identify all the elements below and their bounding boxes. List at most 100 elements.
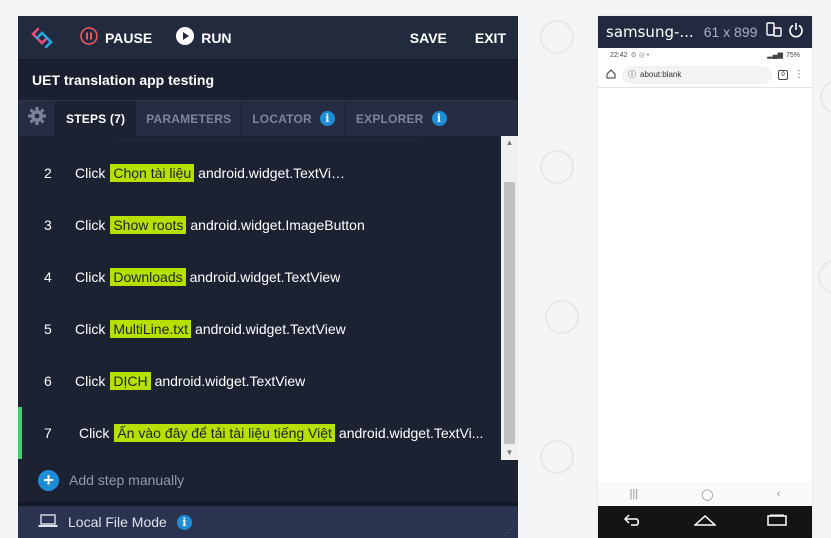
scroll-thumb[interactable] (504, 182, 515, 444)
step-number: 7 (44, 425, 52, 441)
bg-android-shape (540, 440, 574, 474)
step-widget: android.widget.ImageButton (190, 217, 365, 233)
home-nav-icon[interactable] (693, 513, 717, 531)
bg-android-shape (545, 300, 579, 334)
tab-explorer[interactable]: EXPLORER i (346, 101, 457, 136)
overview-icon[interactable] (766, 513, 787, 531)
step-row[interactable]: 6 Click DỊCH android.widget.TextView (18, 355, 500, 407)
recorder-panel: PAUSE RUN SAVE EXIT UET translation app … (18, 16, 518, 538)
step-widget: android.widget.TextVi... (338, 425, 484, 441)
bg-android-shape (540, 150, 574, 184)
tab-count-icon[interactable]: 0 (778, 69, 788, 80)
signal-icon: ▂▄▆ (767, 52, 783, 59)
app-logo-icon (30, 26, 54, 50)
play-icon (176, 27, 195, 48)
tab-steps-label: STEPS (7) (66, 111, 126, 126)
browser-page[interactable] (598, 88, 812, 468)
step-number: 6 (44, 373, 52, 389)
pause-button[interactable]: PAUSE (80, 27, 152, 48)
info-icon[interactable]: i (176, 514, 192, 530)
step-row[interactable]: 3 Click Show roots android.widget.ImageB… (18, 199, 500, 251)
step-action: Click (75, 165, 106, 181)
home-button-icon[interactable]: ◯ (701, 488, 713, 501)
footer-bar: Local File Mode i ⋰ (18, 502, 518, 538)
step-number: 5 (44, 321, 52, 337)
local-file-mode-label: Local File Mode (68, 514, 167, 530)
browser-address-bar: ⓘ about:blank 0 ⋮ (598, 62, 812, 88)
plus-icon: + (38, 469, 59, 491)
tab-locator[interactable]: LOCATOR i (242, 101, 346, 136)
save-button[interactable]: SAVE (410, 30, 447, 46)
tab-parameters-label: PARAMETERS (146, 111, 232, 126)
step-row[interactable]: 4 Click Downloads android.widget.TextVie… (18, 251, 500, 303)
step-action: Click (75, 269, 106, 285)
project-title: UET translation app testing (18, 60, 518, 100)
info-circle-icon: ⓘ (628, 70, 636, 79)
step-row[interactable]: 5 Click MultiLine.txt android.widget.Tex… (18, 303, 500, 355)
step-widget: android.widget.TextView (189, 269, 341, 285)
step-target-highlight: Show roots (110, 216, 187, 234)
step-number: 2 (44, 165, 52, 181)
laptop-icon (38, 513, 58, 531)
device-resolution: 61 x 899 (703, 24, 758, 40)
tab-locator-label: LOCATOR (252, 111, 312, 126)
step-number: 3 (44, 217, 52, 233)
steps-list: 2 Click Chọn tài liệu android.widget.Tex… (18, 136, 518, 460)
tab-parameters[interactable]: PARAMETERS (136, 101, 243, 136)
step-row[interactable]: 2 Click Chọn tài liệu android.widget.Tex… (18, 147, 500, 199)
bg-android-shape (818, 260, 831, 294)
bg-android-shape (540, 20, 574, 54)
add-step-label: Add step manually (69, 472, 185, 488)
menu-dots-icon[interactable]: ⋮ (794, 69, 804, 80)
step-target-highlight: Chọn tài liệu (110, 164, 195, 182)
run-button[interactable]: RUN (176, 27, 232, 48)
back-arrow-icon[interactable] (623, 513, 643, 531)
device-nav-bar (598, 506, 812, 538)
device-name: samsung-... (606, 23, 694, 41)
step-target-highlight: DỊCH (110, 372, 151, 390)
add-step-button[interactable]: + Add step manually (18, 460, 518, 500)
step-action: Click (75, 217, 106, 233)
info-icon[interactable]: i (319, 111, 335, 126)
browser-nav-bar: ||| ◯ ‹ (598, 482, 812, 506)
step-action: Click (75, 321, 106, 337)
step-widget: android.widget.TextView (154, 373, 306, 389)
pause-label: PAUSE (105, 29, 153, 46)
pause-icon (80, 27, 98, 48)
url-field[interactable]: ⓘ about:blank (622, 65, 772, 84)
step-number: 4 (44, 269, 52, 285)
exit-button[interactable]: EXIT (475, 30, 506, 46)
url-text: about:blank (640, 70, 682, 79)
scroll-up-icon[interactable]: ▲ (501, 136, 518, 150)
settings-tab[interactable] (18, 101, 56, 136)
step-target-highlight: Ấn vào đây để tải tài liệu tiếng Việt (114, 424, 335, 442)
scroll-down-icon[interactable]: ▼ (501, 446, 518, 460)
device-header: samsung-... 61 x 899 (598, 16, 812, 48)
step-widget: android.widget.TextView (195, 321, 346, 337)
previous-step-cutoff (118, 136, 418, 140)
toolbar: PAUSE RUN SAVE EXIT (18, 16, 518, 60)
status-time: 22:42 (610, 51, 628, 59)
tab-steps[interactable]: STEPS (7) (56, 101, 137, 136)
steps-scrollbar[interactable]: ▲ ▼ (501, 136, 518, 460)
back-icon[interactable]: ‹ (777, 488, 781, 500)
run-label: RUN (201, 29, 232, 46)
device-preview: samsung-... 61 x 899 22:42 ⚙ ◎ • ▂▄▆ 75% (598, 16, 812, 538)
tab-bar: STEPS (7) PARAMETERS LOCATOR i EXPLORER … (18, 100, 518, 136)
gear-icon (27, 106, 47, 131)
power-icon[interactable] (788, 22, 804, 43)
step-widget: android.widget.TextView (198, 165, 349, 181)
phone-status-bar: 22:42 ⚙ ◎ • ▂▄▆ 75% (598, 48, 812, 62)
recents-icon[interactable]: ||| (630, 488, 639, 500)
resize-grip-icon[interactable]: ⋰ (506, 524, 515, 535)
tab-explorer-label: EXPLORER (355, 111, 424, 126)
notification-icons: ⚙ ◎ • (630, 52, 650, 59)
rotate-device-icon[interactable] (766, 21, 782, 43)
step-action: Click (79, 425, 110, 441)
battery-level: 75% (785, 51, 800, 59)
step-row-selected[interactable]: 7 Click Ấn vào đây để tải tài liệu tiếng… (18, 407, 500, 459)
home-icon[interactable] (606, 66, 616, 84)
step-target-highlight: Downloads (110, 268, 186, 286)
step-target-highlight: MultiLine.txt (110, 320, 192, 338)
info-icon[interactable]: i (431, 111, 447, 126)
